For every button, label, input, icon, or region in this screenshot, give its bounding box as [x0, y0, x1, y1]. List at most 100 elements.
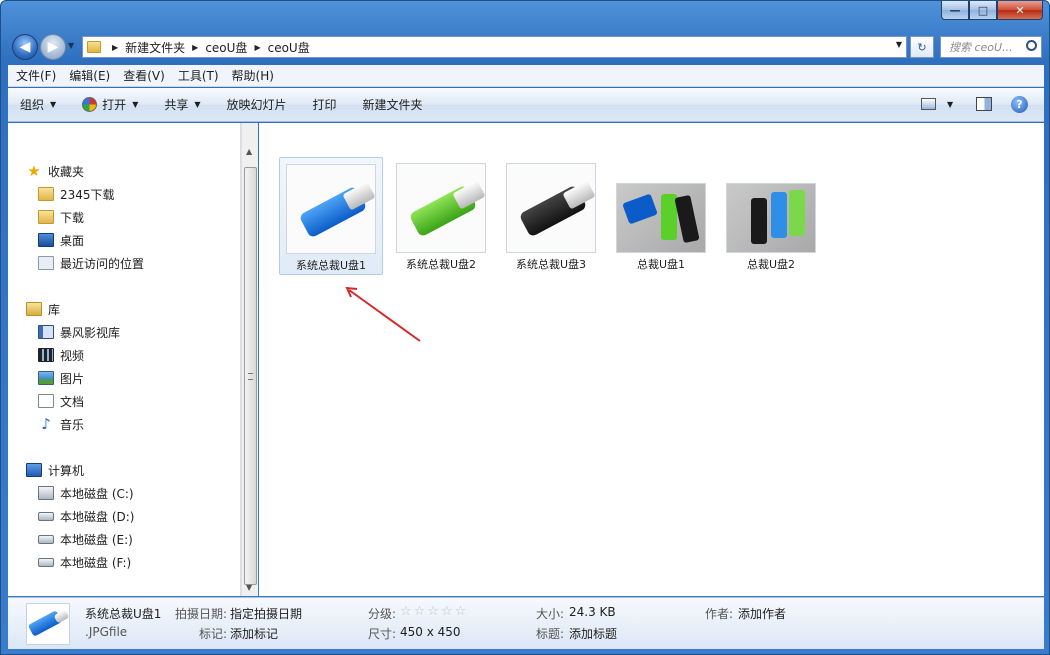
usb-drive-image — [789, 190, 805, 236]
nav-item-desktop[interactable]: 桌面 — [38, 230, 84, 250]
folder-icon — [38, 187, 54, 201]
back-button[interactable]: ◀ — [12, 34, 38, 60]
view-dropdown-icon[interactable]: ▼ — [947, 100, 953, 109]
forward-button[interactable]: ▶ — [40, 34, 66, 60]
chrome-icon — [82, 97, 98, 112]
drive-icon — [38, 511, 54, 521]
usb-drive-image — [674, 194, 700, 244]
minimize-button[interactable]: — — [941, 1, 969, 20]
nav-item-recent-places[interactable]: 最近访问的位置 — [38, 253, 144, 273]
nav-item-2345-downloads[interactable]: 2345下载 — [38, 184, 115, 204]
size-label: 大小: — [536, 607, 565, 621]
menu-file[interactable]: 文件(F) — [16, 67, 56, 84]
file-item-selected[interactable]: 系统总裁U盘1 — [279, 157, 383, 275]
back-arrow-icon: ◀ — [19, 39, 31, 55]
nav-label: 本地磁盘 (F:) — [60, 555, 132, 570]
nav-computer[interactable]: 计算机 — [26, 460, 84, 480]
nav-label: 库 — [48, 302, 61, 317]
scroll-down-icon[interactable]: ▼ — [246, 583, 252, 592]
search-input[interactable]: 搜索 ceoU... — [940, 36, 1042, 58]
author-label: 作者: — [705, 607, 734, 621]
refresh-button[interactable]: ↻ — [910, 36, 934, 58]
close-button[interactable]: ✕ — [997, 1, 1043, 20]
drive-icon — [38, 534, 54, 544]
nav-item-drive-e[interactable]: 本地磁盘 (E:) — [38, 529, 133, 549]
file-name: 系统总裁U盘3 — [515, 258, 587, 271]
pictures-icon — [38, 371, 54, 385]
video-icon — [38, 348, 54, 362]
nav-item-baofeng-library[interactable]: 暴风影视库 — [38, 322, 120, 342]
tags-value[interactable]: 添加标记 — [230, 625, 278, 642]
nav-item-music[interactable]: ♪ 音乐 — [38, 414, 84, 434]
tags-label: 标记: — [199, 627, 228, 641]
nav-label: 计算机 — [48, 463, 85, 478]
organize-label: 组织 — [20, 98, 45, 112]
file-name: 系统总裁U盘1 — [295, 259, 367, 272]
breadcrumb-segment[interactable]: ceoU盘 — [205, 39, 247, 56]
nav-item-drive-f[interactable]: 本地磁盘 (F:) — [38, 552, 131, 572]
nav-libraries[interactable]: 库 — [26, 299, 60, 319]
breadcrumb-arrow-icon[interactable]: ▶ — [254, 43, 260, 52]
chevron-down-icon: ▼ — [50, 100, 57, 109]
address-dropdown-icon[interactable]: ▼ — [896, 40, 902, 49]
help-icon[interactable]: ? — [1011, 96, 1028, 113]
rating-stars[interactable]: ☆☆☆☆☆ — [400, 604, 468, 619]
nav-item-pictures[interactable]: 图片 — [38, 368, 84, 388]
rating-label: 分级: — [368, 607, 397, 621]
usb-thumbnail — [396, 163, 486, 253]
title-label: 标题: — [536, 627, 565, 641]
file-item[interactable]: 总裁U盘1 — [609, 157, 713, 275]
nav-label: 图片 — [60, 371, 85, 386]
author-value[interactable]: 添加作者 — [738, 605, 786, 622]
recent-pages-dropdown[interactable]: ▼ — [68, 41, 74, 50]
media-library-icon — [38, 325, 54, 339]
menu-edit[interactable]: 编辑(E) — [69, 67, 110, 84]
downloads-folder-icon — [38, 210, 54, 224]
preview-pane-icon[interactable] — [976, 97, 992, 111]
system-drive-icon — [38, 486, 54, 500]
breadcrumb-segment[interactable]: 新建文件夹 — [125, 39, 185, 56]
organize-button[interactable]: 组织 ▼ — [20, 96, 56, 113]
new-folder-button[interactable]: 新建文件夹 — [363, 96, 423, 113]
nav-label: 本地磁盘 (D:) — [60, 509, 135, 524]
search-icon[interactable] — [1026, 40, 1037, 51]
breadcrumb-segment[interactable]: ceoU盘 — [268, 39, 310, 56]
menu-bar: 文件(F) 编辑(E) 查看(V) 工具(T) 帮助(H) — [8, 65, 1044, 87]
nav-label: 下载 — [60, 210, 85, 225]
breadcrumb-arrow-icon[interactable]: ▶ — [112, 43, 118, 52]
file-name: 系统总裁U盘2 — [405, 258, 477, 271]
nav-label: 2345下载 — [60, 187, 115, 202]
nav-label: 视频 — [60, 348, 85, 363]
chevron-down-icon: ▼ — [194, 100, 201, 109]
nav-label: 音乐 — [60, 417, 85, 432]
maximize-button[interactable]: □ — [969, 1, 997, 20]
details-pane: 系统总裁U盘1 .JPGfile 拍摄日期: 指定拍摄日期 标记: 添加标记 分… — [8, 597, 1044, 649]
change-view-icon[interactable] — [921, 98, 936, 110]
menu-tools[interactable]: 工具(T) — [178, 67, 219, 84]
menu-view[interactable]: 查看(V) — [123, 67, 165, 84]
file-item[interactable]: 系统总裁U盘3 — [499, 157, 603, 275]
scroll-up-icon[interactable]: ▲ — [246, 147, 252, 156]
nav-label: 本地磁盘 (E:) — [60, 532, 133, 547]
nav-item-downloads[interactable]: 下载 — [38, 207, 84, 227]
address-bar[interactable]: ▶ 新建文件夹 ▶ ceoU盘 ▶ ceoU盘 ▼ — [82, 36, 907, 58]
share-button[interactable]: 共享 ▼ — [164, 96, 200, 113]
menu-help[interactable]: 帮助(H) — [232, 67, 274, 84]
breadcrumb-arrow-icon[interactable]: ▶ — [192, 43, 198, 52]
nav-item-documents[interactable]: 文档 — [38, 391, 84, 411]
title-value[interactable]: 添加标题 — [569, 625, 617, 642]
date-taken-value[interactable]: 指定拍摄日期 — [230, 605, 302, 622]
slideshow-button[interactable]: 放映幻灯片 — [227, 96, 287, 113]
file-item[interactable]: 系统总裁U盘2 — [389, 157, 493, 275]
nav-item-drive-c[interactable]: 本地磁盘 (C:) — [38, 483, 134, 503]
open-button[interactable]: 打开 ▼ — [82, 96, 138, 113]
scroll-grip-icon — [248, 373, 253, 380]
drive-icon — [38, 557, 54, 567]
file-item[interactable]: 总裁U盘2 — [719, 157, 823, 275]
nav-item-videos[interactable]: 视频 — [38, 345, 84, 365]
print-button[interactable]: 打印 — [313, 96, 337, 113]
nav-favorites[interactable]: ★ 收藏夹 — [26, 161, 84, 181]
usb-drive-image — [751, 198, 767, 244]
nav-scrollbar[interactable]: ▲ ▼ — [241, 123, 258, 596]
nav-item-drive-d[interactable]: 本地磁盘 (D:) — [38, 506, 134, 526]
